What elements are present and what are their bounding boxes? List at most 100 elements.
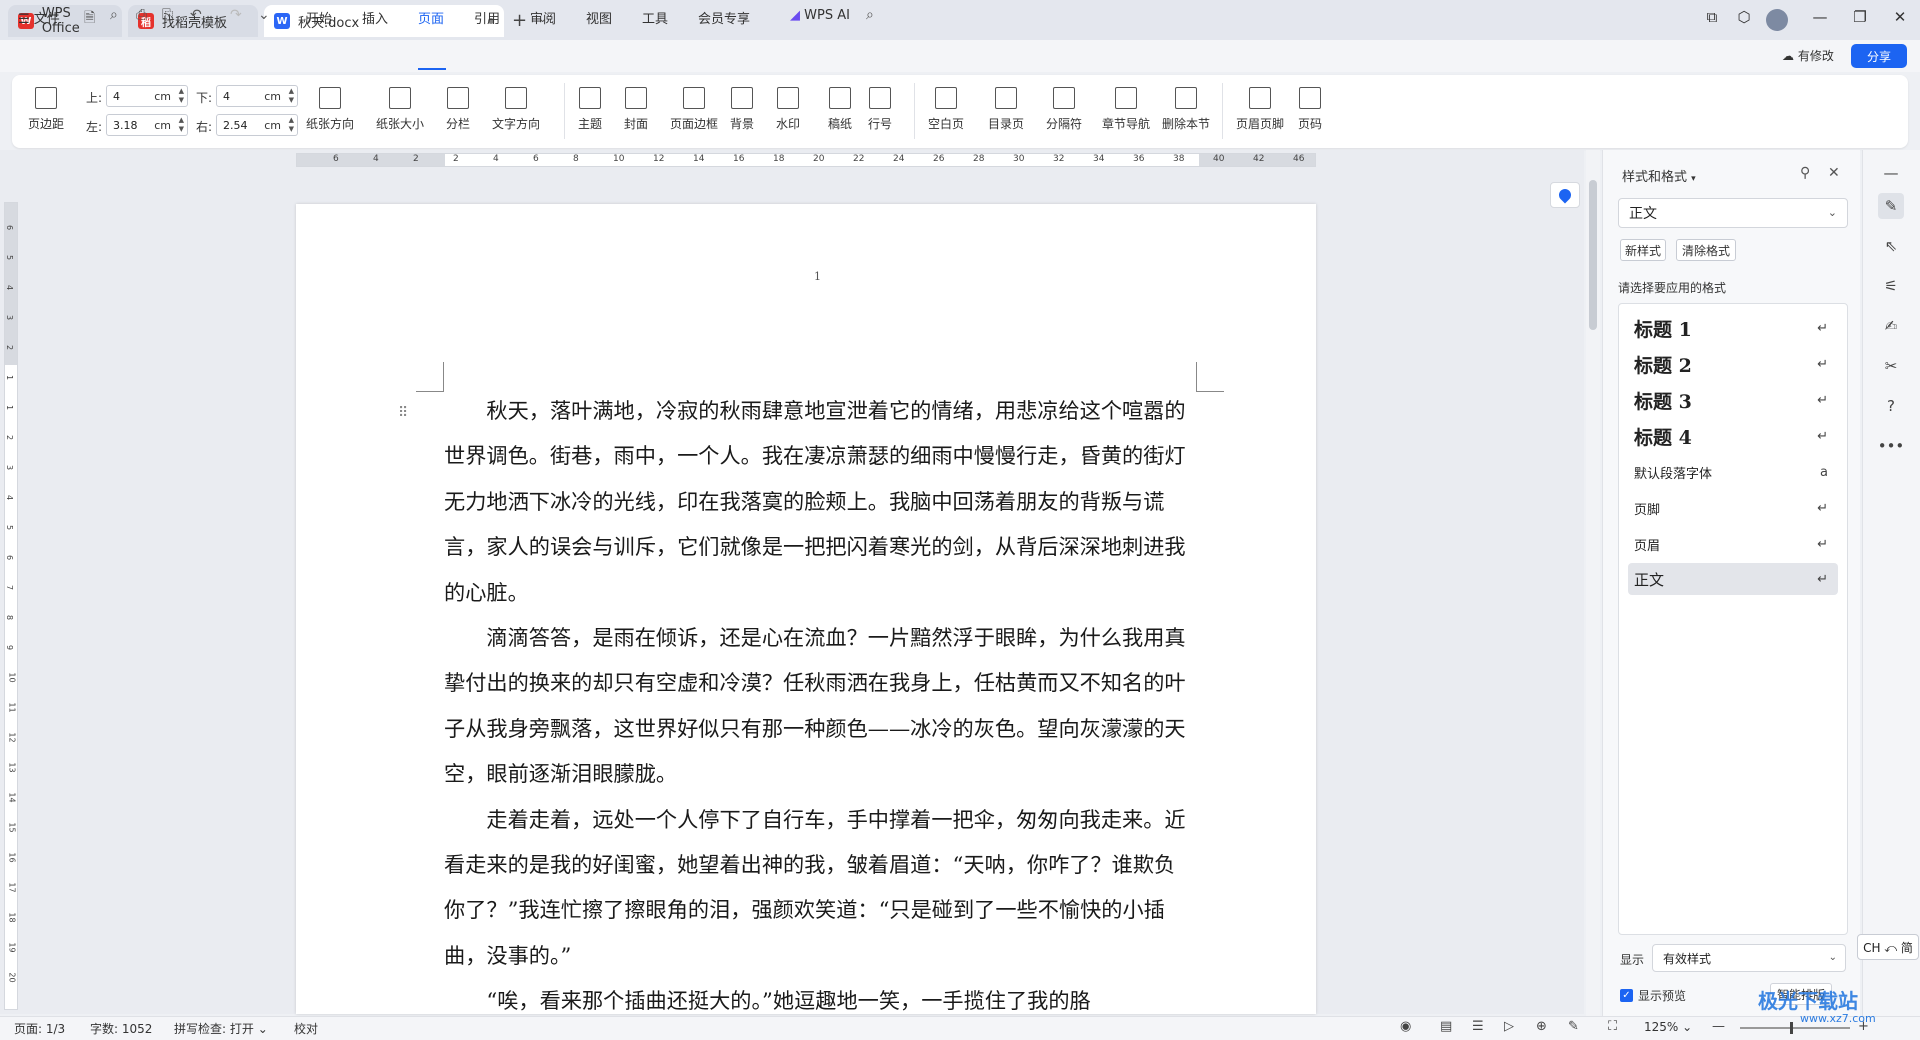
menu-view[interactable]: 视图 [586, 8, 612, 27]
menu-review[interactable]: 审阅 [530, 8, 556, 27]
columns-button[interactable]: 分栏 [446, 87, 470, 132]
section-nav-button[interactable]: 章节导航 [1102, 87, 1150, 132]
restore-icon[interactable]: ❐ [1848, 8, 1872, 26]
play-icon[interactable]: ▷ [1504, 1019, 1514, 1034]
delete-section-button[interactable]: 删除本节 [1162, 87, 1210, 132]
panel-title[interactable]: 样式和格式 ▾ [1622, 166, 1696, 185]
redo-icon[interactable]: ↷ [230, 7, 242, 23]
page-border-button[interactable]: 页面边框 [670, 87, 718, 132]
spell-check-toggle[interactable]: 拼写检查: 打开 ⌄ [174, 1020, 268, 1037]
help-icon[interactable]: ? [1878, 393, 1904, 419]
vertical-ruler[interactable]: 6 5 4 3 2 1 1 2 3 4 5 6 7 8 9 10 11 12 13 14 15 16 17 18 19 20 [4, 202, 18, 1010]
document-body[interactable]: 秋天，落叶满地，冷寂的秋雨肆意地宣泄着它的情绪，用悲凉给这个喧嚣的世界调色。街巷… [444, 388, 1194, 1024]
clear-format-button[interactable]: 清除格式 [1676, 239, 1736, 261]
minimize-icon[interactable]: — [1808, 8, 1832, 26]
blank-page-button[interactable]: 空白页 [928, 87, 964, 132]
margin-right-field[interactable]: 2.54 cm ▲ ▼ [216, 114, 298, 136]
outline-view-icon[interactable]: ☰ [1472, 1019, 1484, 1034]
drag-handle-icon[interactable]: ⠿ [398, 405, 408, 421]
background-button[interactable]: 背景 [730, 87, 754, 132]
header-footer-button[interactable]: 页眉页脚 [1236, 87, 1284, 132]
panel-close-icon[interactable]: ✕ [1828, 165, 1840, 181]
new-style-button[interactable]: 新样式 [1620, 239, 1666, 261]
print-preview-icon[interactable]: ⎘ [162, 7, 173, 23]
style-heading-2[interactable]: 标题 2 ↵ [1628, 348, 1838, 380]
pen-icon[interactable]: ✎ [1568, 1019, 1579, 1034]
menu-member[interactable]: 会员专享 [698, 8, 750, 27]
page-view-icon[interactable]: ▤ [1440, 1019, 1452, 1034]
window-layout-icon[interactable]: ⧉ [1700, 8, 1724, 26]
tools-icon[interactable]: ✂ [1878, 353, 1904, 379]
margin-left-field[interactable]: 3.18 cm ▲ ▼ [106, 114, 188, 136]
margin-bottom-field[interactable]: 4 cm ▲ ▼ [216, 85, 298, 107]
print-icon[interactable]: ⎙ [136, 7, 147, 23]
paragraph[interactable]: 走着走着，远处一个人停下了自行车，手中撑着一把伞，匆匆向我走来。近看走来的是我的… [444, 797, 1194, 979]
pin-icon[interactable]: ⚲ [1800, 165, 1810, 181]
menu-insert[interactable]: 插入 [362, 8, 388, 27]
separator-button[interactable]: 分隔符 [1046, 87, 1082, 132]
cube-icon[interactable]: ⬡ [1732, 8, 1756, 26]
text-direction-button[interactable]: 文字方向 [492, 87, 540, 132]
margins-button[interactable]: 页边距 [28, 87, 64, 132]
paper-size-button[interactable]: 纸张大小 [376, 87, 424, 132]
show-preview-checkbox[interactable]: ✓ 显示预览 [1620, 987, 1686, 1004]
theme-button[interactable]: 主题 [578, 87, 602, 132]
toc-page-button[interactable]: 目录页 [988, 87, 1024, 132]
more-chevron-icon[interactable]: ⌄ [258, 7, 270, 23]
menu-start[interactable]: 开始 [306, 8, 332, 27]
current-style-select[interactable]: 正文 ⌄ [1618, 198, 1848, 228]
menu-page[interactable]: 页面 [418, 8, 444, 27]
location-pin-button[interactable] [1550, 182, 1580, 208]
spinner-icon[interactable]: ▲ ▼ [179, 116, 184, 134]
spinner-icon[interactable]: ▲ ▼ [289, 116, 294, 134]
paragraph[interactable]: 秋天，落叶满地，冷寂的秋雨肆意地宣泄着它的情绪，用悲凉给这个喧嚣的世界调色。街巷… [444, 388, 1194, 615]
spinner-icon[interactable]: ▲ ▼ [289, 87, 294, 105]
ime-indicator[interactable]: CH ⤺ 简 [1857, 934, 1919, 960]
save-icon[interactable]: 🗎 [84, 7, 95, 31]
page-status[interactable]: 页面: 1/3 [14, 1020, 65, 1037]
style-header[interactable]: 页眉 ↵ [1628, 528, 1838, 560]
select-cursor-icon[interactable]: ⇖ [1878, 233, 1904, 259]
page-number-button[interactable]: 页码 [1298, 87, 1322, 132]
menu-tools[interactable]: 工具 [642, 8, 668, 27]
fit-page-icon[interactable]: ⛶ [1608, 1019, 1617, 1034]
proofread-button[interactable]: 校对 [294, 1020, 318, 1037]
wps-ai-menu[interactable]: ◢ WPS AI [790, 8, 850, 23]
style-pen-icon[interactable]: ✎ [1878, 193, 1904, 219]
search-doc-icon[interactable]: ⌕ [110, 7, 118, 23]
web-view-icon[interactable]: ⊕ [1536, 1019, 1547, 1034]
edit-box-icon[interactable]: ✍ [1878, 313, 1904, 339]
collapse-icon[interactable]: — [1878, 160, 1904, 186]
style-heading-1[interactable]: 标题 1 ↵ [1628, 312, 1838, 344]
scroll-thumb[interactable] [1589, 180, 1597, 330]
close-icon[interactable]: ✕ [1888, 8, 1912, 26]
watermark-button[interactable]: 水印 [776, 87, 800, 132]
search-icon[interactable]: ⌕ [866, 7, 874, 23]
cover-button[interactable]: 封面 [624, 87, 648, 132]
style-default-para-font[interactable]: 默认段落字体 a [1628, 456, 1838, 488]
zoom-slider-handle[interactable] [1790, 1022, 1793, 1034]
zoom-out-icon[interactable]: — [1712, 1019, 1725, 1034]
avatar[interactable] [1766, 9, 1788, 31]
word-count[interactable]: 字数: 1052 [90, 1020, 152, 1037]
file-menu[interactable]: ☰ 文件 [18, 8, 60, 27]
style-footer[interactable]: 页脚 ↵ [1628, 492, 1838, 524]
spinner-icon[interactable]: ▲ ▼ [179, 87, 184, 105]
manuscript-button[interactable]: 稿纸 [828, 87, 852, 132]
eye-protect-icon[interactable]: ◉ [1400, 1019, 1411, 1034]
adjust-sliders-icon[interactable]: ⚟ [1878, 273, 1904, 299]
margin-top-field[interactable]: 4 cm ▲ ▼ [106, 85, 188, 107]
zoom-slider[interactable] [1740, 1027, 1850, 1029]
style-heading-4[interactable]: 标题 4 ↵ [1628, 420, 1838, 452]
new-tab-plus-icon[interactable]: + [512, 10, 527, 31]
horizontal-ruler[interactable]: 6 4 2 2 4 6 8 10 12 14 16 18 20 22 24 26 28 30 32 34 36 38 40 4… [296, 153, 1316, 167]
paragraph[interactable]: 滴滴答答，是雨在倾诉，还是心在流血？一片黯然浮于眼眸，为什么我用真挚付出的换来的… [444, 615, 1194, 797]
vertical-scrollbar[interactable] [1586, 150, 1600, 1016]
style-body[interactable]: 正文 ↵ [1628, 563, 1838, 595]
orientation-button[interactable]: 纸张方向 [306, 87, 354, 132]
more-icon[interactable]: ••• [1878, 433, 1905, 459]
undo-icon[interactable]: ↶ [190, 7, 202, 23]
has-changes-indicator[interactable]: ☁ 有修改 [1782, 47, 1834, 64]
line-number-button[interactable]: 行号 [868, 87, 892, 132]
zoom-select[interactable]: 125% ⌄ [1644, 1020, 1692, 1034]
